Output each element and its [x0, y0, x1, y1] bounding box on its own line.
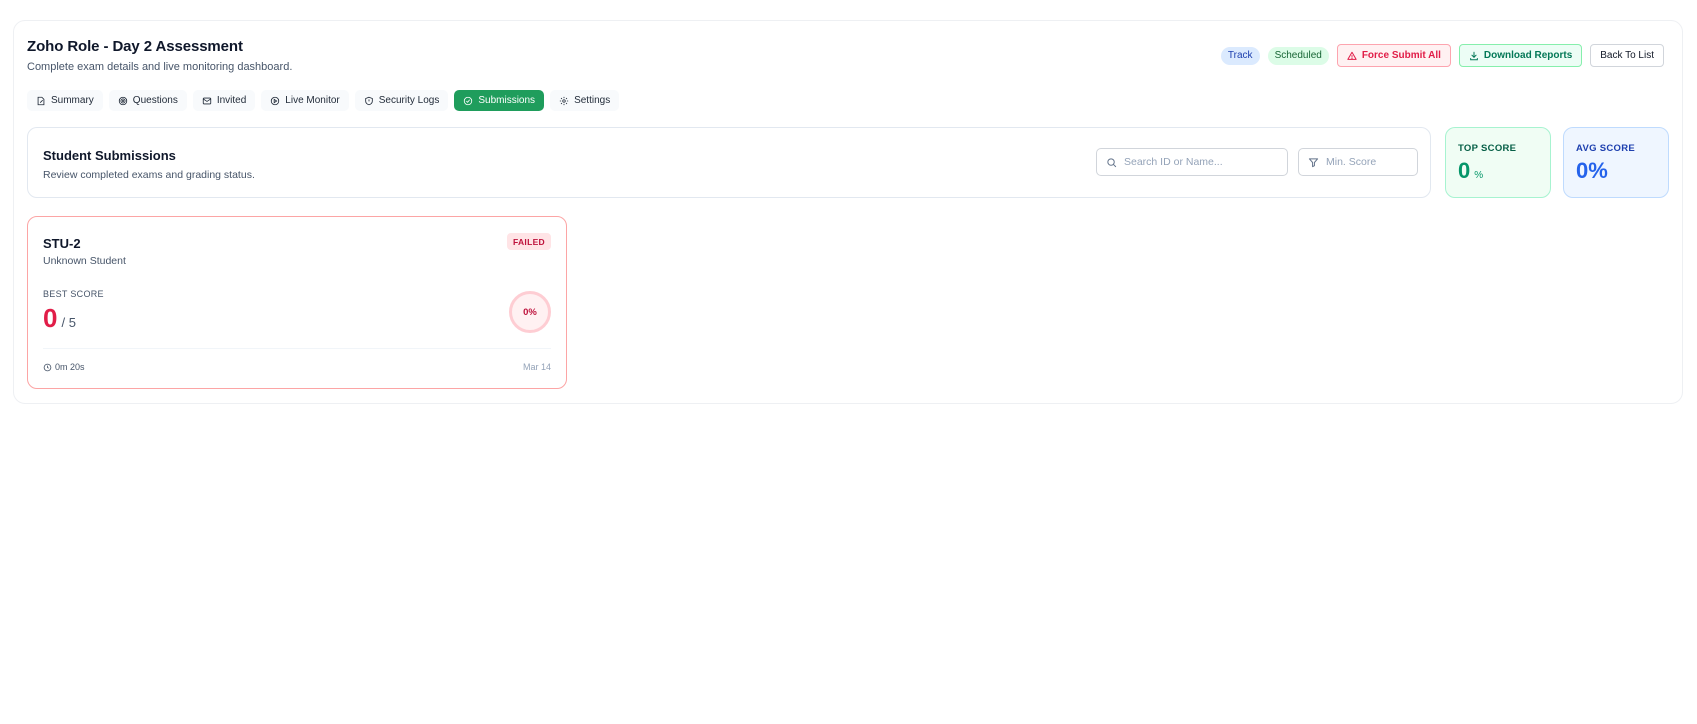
- top-score-unit: %: [1474, 170, 1484, 181]
- tab-summary-label: Summary: [51, 95, 94, 106]
- duration-value: 0m 20s: [55, 362, 85, 372]
- min-score-input[interactable]: [1326, 156, 1416, 168]
- download-icon: [1470, 51, 1478, 60]
- target-icon: [118, 96, 127, 105]
- download-reports-label: Download Reports: [1483, 50, 1573, 61]
- top-score-value-row: 0 %: [1458, 158, 1538, 184]
- tab-live-monitor-label: Live Monitor: [285, 95, 340, 106]
- score-percent-ring: 0%: [509, 291, 551, 333]
- tab-submissions-label: Submissions: [478, 95, 536, 106]
- page-subtitle: Complete exam details and live monitorin…: [27, 61, 293, 73]
- alert-triangle-icon: [1347, 51, 1357, 60]
- submissions-header-panel: Student Submissions Review completed exa…: [27, 127, 1431, 198]
- page-header: Zoho Role - Day 2 Assessment Complete ex…: [27, 38, 292, 73]
- force-submit-all-label: Force Submit All: [1361, 50, 1441, 61]
- search-icon: [1107, 157, 1117, 167]
- tab-security-logs-label: Security Logs: [378, 95, 440, 106]
- duration: 0m 20s: [43, 362, 85, 372]
- check-circle-icon: [464, 96, 473, 105]
- tab-questions-label: Questions: [132, 95, 178, 106]
- header-actions: Track Scheduled Force Submit All Downloa…: [1220, 44, 1664, 67]
- tab-questions[interactable]: Questions: [108, 90, 187, 111]
- mail-icon: [202, 97, 211, 104]
- submissions-title: Student Submissions: [43, 148, 176, 163]
- best-score-label: BEST SCORE: [43, 289, 104, 299]
- tab-summary[interactable]: Summary: [27, 90, 103, 111]
- shield-icon: [365, 96, 373, 105]
- submission-card[interactable]: STU-2 Unknown Student FAILED BEST SCORE …: [27, 216, 567, 389]
- avg-score-label: AVG SCORE: [1576, 143, 1636, 154]
- score-value: 0: [43, 303, 58, 333]
- student-id: STU-2: [43, 236, 81, 251]
- best-score: 0 / 5: [43, 303, 76, 334]
- top-score-card: TOP SCORE 0 %: [1445, 127, 1551, 198]
- tab-settings[interactable]: Settings: [550, 90, 620, 111]
- tab-live-monitor[interactable]: Live Monitor: [261, 90, 349, 111]
- back-to-list-button[interactable]: Back To List: [1590, 44, 1664, 67]
- force-submit-all-button[interactable]: Force Submit All: [1336, 44, 1451, 67]
- min-score-box[interactable]: [1298, 148, 1418, 176]
- avg-score-card: AVG SCORE 0%: [1563, 127, 1669, 198]
- tab-submissions[interactable]: Submissions: [454, 90, 545, 111]
- student-name: Unknown Student: [43, 255, 126, 267]
- clock-icon: [43, 363, 52, 371]
- top-score-value: 0: [1458, 158, 1471, 183]
- tab-bar: Summary Questions Invited Live Monitor S…: [27, 90, 620, 111]
- edit-icon: [37, 96, 45, 105]
- scheduled-badge: Scheduled: [1267, 46, 1329, 65]
- submissions-description: Review completed exams and grading statu…: [43, 169, 255, 181]
- top-score-label: TOP SCORE: [1458, 143, 1517, 154]
- tab-settings-label: Settings: [574, 95, 611, 106]
- tab-invited-label: Invited: [216, 95, 247, 106]
- status-badge: FAILED: [506, 233, 551, 250]
- track-badge: Track: [1220, 46, 1260, 65]
- submission-date: Mar 14: [522, 362, 551, 372]
- card-divider: [43, 348, 551, 349]
- search-box[interactable]: [1096, 148, 1288, 176]
- tab-security-logs[interactable]: Security Logs: [354, 90, 449, 111]
- score-total: / 5: [61, 315, 76, 330]
- avg-score-value: 0%: [1576, 158, 1608, 183]
- gear-icon: [559, 96, 569, 105]
- tab-invited[interactable]: Invited: [192, 90, 256, 111]
- page-title: Zoho Role - Day 2 Assessment: [27, 38, 243, 55]
- play-circle-icon: [271, 96, 280, 105]
- download-reports-button[interactable]: Download Reports: [1458, 44, 1583, 67]
- filter-icon: [1308, 157, 1319, 167]
- search-input[interactable]: [1124, 156, 1264, 168]
